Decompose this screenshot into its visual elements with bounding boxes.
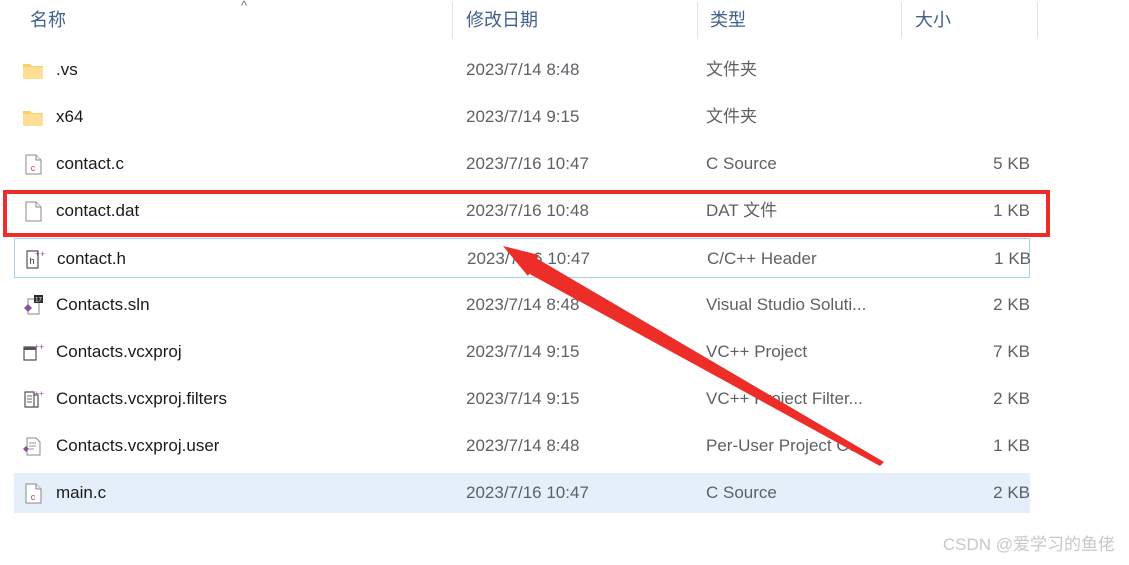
table-row[interactable]: c contact.c 2023/7/16 10:47 C Source 5 KB (14, 144, 1030, 184)
column-header-date-label: 修改日期 (466, 10, 538, 30)
file-date-cell: 2023/7/14 8:48 (466, 60, 580, 79)
table-row[interactable]: contact.dat 2023/7/16 10:48 DAT 文件 1 KB (14, 191, 1030, 231)
column-divider-name-date[interactable] (452, 2, 453, 39)
file-date-cell: 2023/7/14 8:48 (466, 295, 580, 314)
table-row[interactable]: c main.c 2023/7/16 10:47 C Source 2 KB (14, 473, 1030, 513)
svg-text:17: 17 (35, 298, 42, 304)
file-date-cell: 2023/7/16 10:47 (467, 249, 590, 268)
svg-text:++: ++ (34, 389, 44, 398)
file-type-cell: C/C++ Header (707, 249, 817, 268)
file-explorer-list-view: 名称 ^ 修改日期 类型 大小 .vs 2023/7/14 8:48 文件夹 x64 2… (0, 0, 1129, 565)
file-size-cell (894, 50, 1030, 90)
table-row[interactable]: Contacts.vcxproj.user 2023/7/14 8:48 Per-U… (14, 426, 1030, 466)
file-date-cell: 2023/7/14 9:15 (466, 107, 580, 126)
file-type-cell: C Source (706, 483, 777, 502)
file-name-cell: Contacts.vcxproj (56, 342, 182, 361)
file-type-cell: 文件夹 (706, 107, 757, 126)
table-row[interactable]: ++ Contacts.vcxproj 2023/7/14 9:15 VC++ Pro… (14, 332, 1030, 372)
column-divider-size-end[interactable] (1037, 2, 1038, 39)
column-divider-type-size[interactable] (901, 2, 902, 39)
file-size-cell: 2 KB (993, 483, 1030, 502)
file-date-cell: 2023/7/14 8:48 (466, 436, 580, 455)
column-header-size[interactable]: 大小 (915, 0, 951, 40)
table-row[interactable]: x64 2023/7/14 9:15 文件夹 (14, 97, 1030, 137)
file-date-cell: 2023/7/16 10:47 (466, 483, 589, 502)
column-header-type[interactable]: 类型 (710, 0, 746, 40)
column-header-name[interactable]: 名称 (30, 0, 66, 40)
file-size-cell: 1 KB (993, 436, 1030, 455)
folder-icon (22, 60, 44, 81)
blank-file-icon (22, 201, 44, 222)
file-type-cell: DAT 文件 (706, 201, 778, 220)
file-date-cell: 2023/7/16 10:48 (466, 201, 589, 220)
file-type-cell: Visual Studio Soluti... (706, 295, 867, 314)
file-date-cell: 2023/7/14 9:15 (466, 342, 580, 361)
table-row[interactable]: .vs 2023/7/14 8:48 文件夹 (14, 50, 1030, 90)
file-size-cell: 7 KB (993, 342, 1030, 361)
file-name-cell: Contacts.sln (56, 295, 150, 314)
file-name-cell: Contacts.vcxproj.filters (56, 389, 227, 408)
header-divider (0, 40, 1038, 41)
table-row[interactable]: 17 Contacts.sln 2023/7/14 8:48 Visual Studi… (14, 285, 1030, 325)
folder-icon (22, 107, 44, 128)
csdn-watermark: CSDN @爱学习的鱼佬 (942, 535, 1115, 554)
file-name-cell: .vs (56, 60, 78, 79)
file-size-cell (894, 97, 1030, 137)
c-source-file-icon: c (22, 483, 44, 504)
vcxproj-user-file-icon (22, 436, 44, 457)
file-type-cell: VC++ Project Filter... (706, 389, 863, 408)
column-header-row: 名称 ^ 修改日期 类型 大小 (0, 0, 1038, 40)
file-type-cell: Per-User Project O... (706, 436, 864, 455)
visual-studio-solution-icon: 17 (22, 295, 44, 316)
file-date-cell: 2023/7/16 10:47 (466, 154, 589, 173)
file-size-cell: 1 KB (994, 249, 1031, 268)
file-name-cell: x64 (56, 107, 84, 126)
svg-text:++: ++ (34, 342, 44, 352)
column-header-name-label: 名称 (30, 10, 66, 30)
svg-text:++: ++ (35, 249, 45, 259)
file-type-cell: VC++ Project (706, 342, 808, 361)
file-type-cell: 文件夹 (706, 60, 757, 79)
vcxproj-filters-file-icon: ++ (22, 389, 44, 410)
table-row[interactable]: h ++ contact.h 2023/7/16 10:47 C/C++ Header 1… (14, 238, 1031, 278)
file-name-cell: contact.dat (56, 201, 140, 220)
column-header-type-label: 类型 (710, 10, 746, 30)
column-divider-date-type[interactable] (697, 2, 698, 39)
file-size-cell: 1 KB (993, 201, 1030, 220)
file-name-cell: contact.c (56, 154, 125, 173)
file-date-cell: 2023/7/14 9:15 (466, 389, 580, 408)
column-header-date[interactable]: 修改日期 (466, 0, 538, 40)
column-header-size-label: 大小 (915, 10, 951, 30)
file-type-cell: C Source (706, 154, 777, 173)
file-name-cell: main.c (56, 483, 107, 502)
sort-ascending-icon[interactable]: ^ (236, 0, 252, 12)
file-name-cell: contact.h (57, 249, 126, 268)
c-source-file-icon: c (22, 154, 44, 175)
file-size-cell: 5 KB (993, 154, 1030, 173)
table-row[interactable]: ++ Contacts.vcxproj.filters 2023/7/14 9:15… (14, 379, 1030, 419)
file-name-cell: Contacts.vcxproj.user (56, 436, 220, 455)
svg-text:c: c (31, 492, 36, 502)
cpp-header-file-icon: h ++ (23, 249, 45, 270)
vcxproj-file-icon: ++ (22, 342, 44, 363)
svg-text:c: c (31, 163, 36, 173)
file-size-cell: 2 KB (993, 295, 1030, 314)
file-size-cell: 2 KB (993, 389, 1030, 408)
